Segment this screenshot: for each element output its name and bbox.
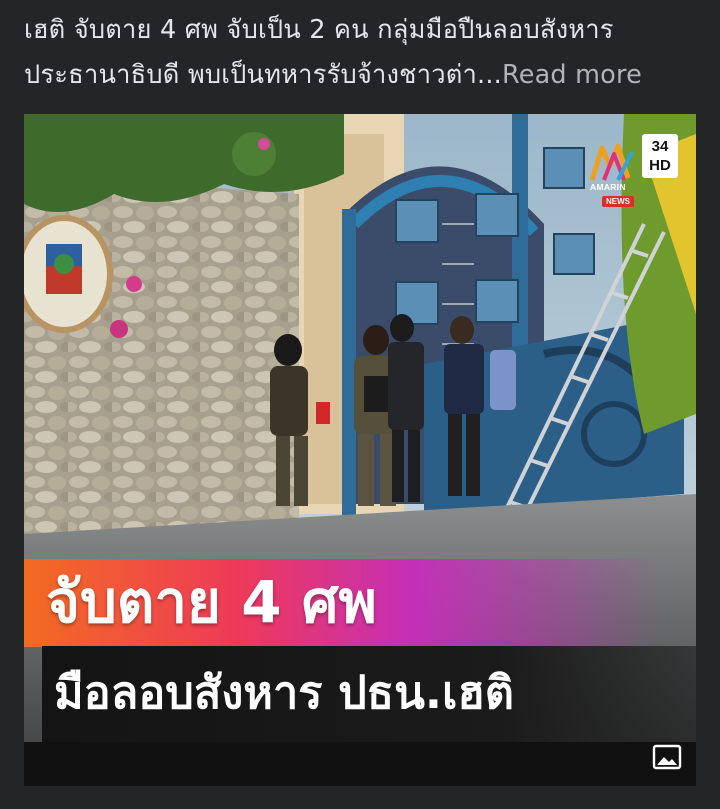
brand-name: AMARIN — [590, 182, 626, 192]
image-bottom-shade — [24, 742, 696, 786]
amarin-logo-icon — [589, 143, 634, 181]
brand-news-tag: NEWS — [602, 196, 634, 207]
headline-line-2: ประธานาธิบดี พบเป็นทหารรับจ้างชาวต่า...R… — [24, 53, 696, 98]
image-gallery-icon[interactable] — [652, 742, 682, 772]
headline-line-1: เฮติ จับตาย 4 ศพ จับเป็น 2 คน กลุ่มมือปื… — [24, 15, 614, 45]
banner-top-text: จับตาย 4 ศพ — [46, 568, 377, 636]
channel-hd: HD — [649, 157, 671, 174]
channel-logo: AMARIN NEWS 34 HD — [588, 134, 678, 207]
post-headline[interactable]: เฮติ จับตาย 4 ศพ จับเป็น 2 คน กลุ่มมือปื… — [24, 8, 696, 98]
channel-number: 34 — [651, 138, 669, 155]
banner-bottom-text: มือลอบสังหาร ปธน.เฮติ — [54, 666, 515, 719]
headline-line-2-text: ประธานาธิบดี พบเป็นทหารรับจ้างชาวต่า — [24, 60, 478, 90]
post-image[interactable]: AMARIN NEWS 34 HD จับตาย 4 ศพ มือลอบสังห… — [24, 114, 696, 786]
headline-ellipsis: ... — [477, 60, 502, 90]
channel-badge: 34 HD — [642, 134, 678, 178]
read-more-link[interactable]: Read more — [502, 60, 642, 90]
